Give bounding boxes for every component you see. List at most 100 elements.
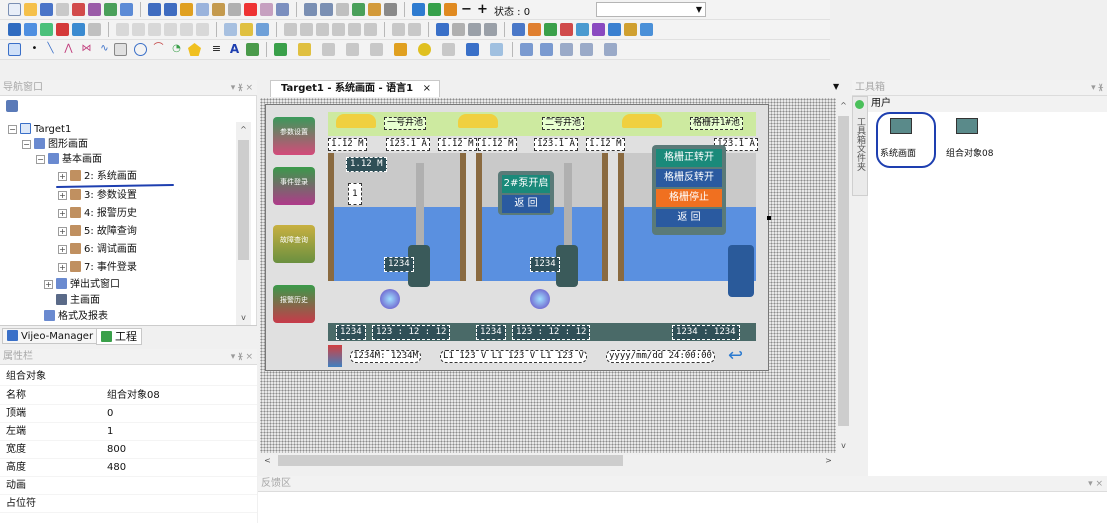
polygon-icon[interactable]: ⋈ <box>80 43 93 56</box>
run-icon[interactable] <box>120 3 133 16</box>
bar-graph-icon[interactable] <box>394 43 407 56</box>
pin-icon[interactable]: ▾ ᚕ <box>1091 80 1103 96</box>
expand-icon[interactable]: + <box>58 263 67 272</box>
prop-row-name[interactable]: 名称 组合对象08 <box>0 387 257 405</box>
transfer-icon[interactable] <box>88 3 101 16</box>
prop-value[interactable]: 800 <box>107 441 126 459</box>
side-book-faults[interactable]: 故障查询 <box>273 225 315 263</box>
grid-toggle-icon[interactable] <box>604 43 617 56</box>
list-icon[interactable] <box>512 23 525 36</box>
slider-icon[interactable] <box>442 43 455 56</box>
copy-icon[interactable] <box>196 3 209 16</box>
open-folder-icon[interactable] <box>24 3 37 16</box>
editor-vscroll[interactable]: ^ v <box>836 98 851 453</box>
nav-scrollbar[interactable]: ^ v <box>236 122 251 325</box>
stop-icon[interactable] <box>336 3 349 16</box>
forward-icon[interactable] <box>320 3 333 16</box>
nav-header-icon[interactable] <box>6 100 18 112</box>
switch-icon[interactable] <box>274 43 287 56</box>
align-middle-icon[interactable] <box>348 23 361 36</box>
tree-item-params[interactable]: +3: 参数设置 <box>58 188 137 203</box>
feedback-area[interactable] <box>258 492 1107 523</box>
prop-row-height[interactable]: 高度 480 <box>0 459 257 477</box>
expand-icon[interactable]: + <box>44 280 53 289</box>
screen-stop-button[interactable]: 格栅停止 <box>656 189 722 207</box>
align-bottom-icon[interactable] <box>364 23 377 36</box>
resize-icon[interactable] <box>540 43 553 56</box>
pin-icon[interactable]: ▾ ᚕ × <box>231 349 253 365</box>
delete-icon[interactable] <box>244 3 257 16</box>
window-frame-icon[interactable] <box>580 43 593 56</box>
tree-item-popup[interactable]: + 弹出式窗口 <box>44 277 120 292</box>
tree-item-alarm-history[interactable]: +4: 报警历史 <box>58 206 137 221</box>
doc-list-chevron-icon[interactable]: ▼ <box>833 82 839 91</box>
panel2-icon[interactable] <box>484 23 497 36</box>
state-combo[interactable]: ▼ <box>596 2 706 17</box>
tree-item-graphics[interactable]: − 图形画面 <box>22 137 88 152</box>
screen-forward-button[interactable]: 格栅正转开 <box>656 149 722 167</box>
tree-item-base-screens[interactable]: − 基本画面 <box>36 152 102 167</box>
rectangle-icon[interactable] <box>114 43 127 56</box>
close-icon[interactable]: × <box>423 83 431 94</box>
toolbox-item-system-screen[interactable]: 系统画面 <box>880 146 916 159</box>
pin-icon[interactable]: ▾ × <box>1088 476 1103 492</box>
find-icon[interactable] <box>260 3 273 16</box>
back-icon[interactable] <box>164 23 177 36</box>
hmi-screen[interactable]: 参数设置 事件登录 故障查询 报警历史 一号井池 二号井池 格栅井1#池 1.1… <box>265 104 769 371</box>
selection-handle[interactable] <box>767 216 771 220</box>
trend-icon[interactable] <box>576 23 589 36</box>
prop-row-placeholder[interactable]: 占位符 <box>0 495 257 513</box>
window-icon[interactable] <box>452 23 465 36</box>
save-icon[interactable] <box>40 3 53 16</box>
system-screen-thumb-icon[interactable] <box>890 118 912 134</box>
screen-reverse-button[interactable]: 格栅反转开 <box>656 169 722 187</box>
prop-value[interactable]: 组合对象08 <box>107 387 160 405</box>
build-icon[interactable] <box>72 3 85 16</box>
zoom-area-icon[interactable] <box>560 43 573 56</box>
layout-icon[interactable] <box>24 23 37 36</box>
scroll-thumb[interactable] <box>838 116 849 426</box>
tree-item-reports[interactable]: 格式及报表 <box>44 309 108 324</box>
zoom-icon[interactable] <box>40 23 53 36</box>
ungroup-icon[interactable] <box>132 23 145 36</box>
rotate-icon[interactable] <box>224 23 237 36</box>
record-icon[interactable] <box>56 23 69 36</box>
pie-icon[interactable]: ◔ <box>170 43 183 56</box>
cut-icon[interactable] <box>180 3 193 16</box>
tree-item-debug[interactable]: +6: 调试画面 <box>58 242 137 257</box>
prop-value[interactable]: 0 <box>107 405 113 423</box>
scroll-left-icon[interactable]: < <box>260 453 275 468</box>
tab-project[interactable]: 工程 <box>96 328 142 345</box>
front-icon[interactable] <box>148 23 161 36</box>
layers-icon[interactable] <box>88 23 101 36</box>
scroll-up-icon[interactable]: ^ <box>836 98 851 113</box>
prop-row-width[interactable]: 宽度 800 <box>0 441 257 459</box>
alarm-icon[interactable] <box>544 23 557 36</box>
pin-icon[interactable]: ▾ ᚕ × <box>231 80 253 96</box>
collapse-icon[interactable]: − <box>22 140 31 149</box>
return-button[interactable]: 返 回 <box>656 209 722 227</box>
back-icon[interactable] <box>304 3 317 16</box>
editor-hscroll[interactable]: < > <box>260 453 836 468</box>
move-icon[interactable] <box>520 43 533 56</box>
variable-icon[interactable] <box>528 23 541 36</box>
scroll-down-icon[interactable]: v <box>236 310 251 325</box>
export-icon[interactable] <box>608 23 621 36</box>
polyline-icon[interactable]: ⋀ <box>62 43 75 56</box>
prop-row-animation[interactable]: 动画 <box>0 477 257 495</box>
flip-icon[interactable] <box>180 23 193 36</box>
arc-icon[interactable]: ⌒ <box>152 43 165 56</box>
expand-icon[interactable]: + <box>58 209 67 218</box>
tree-item-fault-query[interactable]: +5: 故障查询 <box>58 224 137 239</box>
screen-list-icon[interactable] <box>436 23 449 36</box>
picture-display-icon[interactable] <box>370 43 383 56</box>
scroll-thumb[interactable] <box>238 140 249 260</box>
mirror-icon[interactable] <box>196 23 209 36</box>
prop-value[interactable]: 1 <box>107 423 113 441</box>
print-icon[interactable] <box>56 3 69 16</box>
expand-icon[interactable]: + <box>58 245 67 254</box>
simulate-icon[interactable] <box>104 3 117 16</box>
tab-vijeo-manager[interactable]: Vijeo-Manager <box>2 328 99 344</box>
side-book-alarms[interactable]: 报警历史 <box>273 285 315 323</box>
redo-icon[interactable] <box>164 3 177 16</box>
